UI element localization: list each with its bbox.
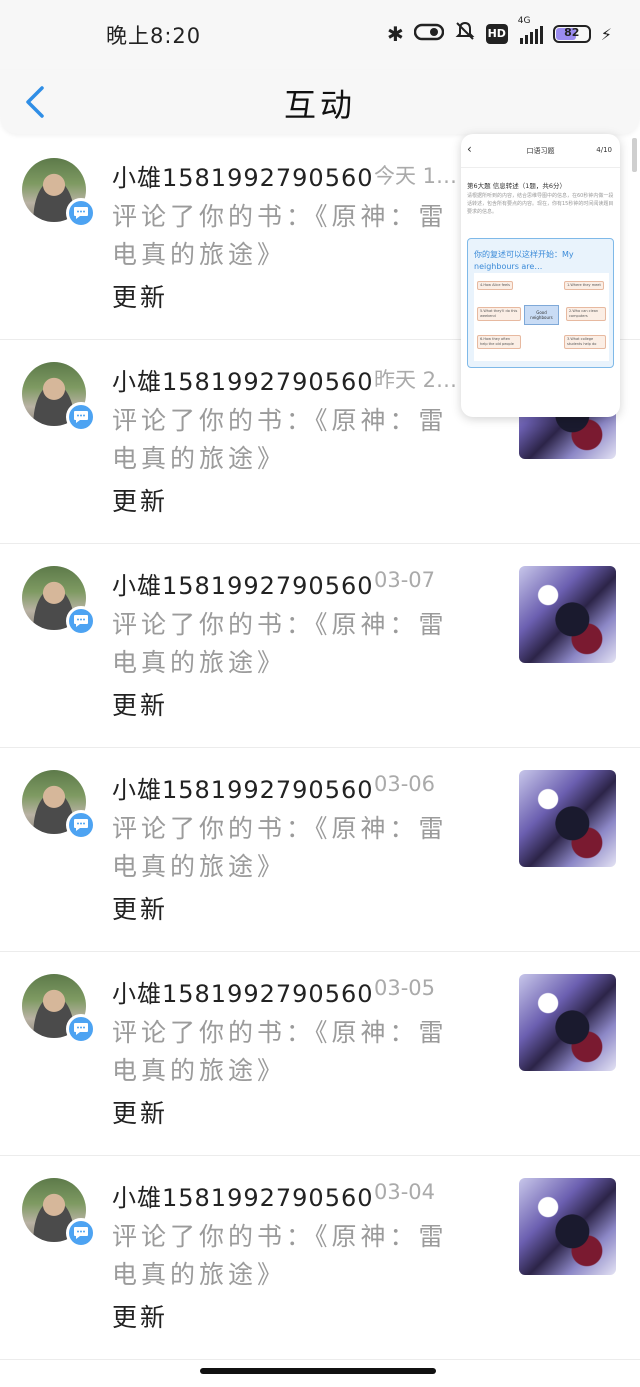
question-heading: 第6大题 信息转述（1题，共6分） [467,182,566,190]
status-bar: 晚上8:20 ✱ HD 4G 82 ⚡ [0,0,640,70]
comment-text: 评论了你的书：《原神：雷电真的旅途》 [112,202,448,269]
mind-map-node: 3.What college students help do [564,335,606,349]
mute-bell-icon [454,20,476,48]
timestamp: 昨天 2… [374,368,458,392]
chat-bubble-icon [66,606,96,636]
chat-bubble-icon [66,402,96,432]
update-label: 更新 [112,1303,169,1332]
signal-icon: 4G [518,16,543,44]
mind-map-node: 1.Where they meet [564,281,604,290]
toggle-icon [413,21,445,47]
book-cover-thumbnail[interactable] [519,566,616,663]
hint-card: 你的复述可以这样开始：My neighbours are… Good neigh… [467,238,614,368]
page-title: 互动 [283,86,356,124]
chat-bubble-icon [66,1218,96,1248]
mind-map-node: 4.How Alice feels [477,281,513,290]
update-label: 更新 [112,691,169,720]
book-cover-thumbnail[interactable] [519,974,616,1071]
timestamp: 今天 1… [374,164,458,188]
home-indicator[interactable] [200,1368,436,1374]
comment-text: 评论了你的书：《原神：雷电真的旅途》 [112,610,448,677]
update-label: 更新 [112,1099,169,1128]
update-label: 更新 [112,895,169,924]
mind-map-center: Good neighbours [524,305,559,325]
username[interactable]: 小雄1581992790560 [112,566,374,601]
floating-window[interactable]: ‹ 口语习题 4/10 第6大题 信息转述（1题，共6分） 请根据所听到的内容，… [461,134,620,417]
scrollbar[interactable] [632,138,637,172]
hd-icon: HD [485,24,508,44]
timestamp: 03-06 [374,772,436,796]
list-item[interactable]: 小雄1581992790560 03-05 评论了你的书：《原神：雷电真的旅途》… [0,952,640,1156]
chat-bubble-icon [66,198,96,228]
username[interactable]: 小雄1581992790560 [112,158,374,193]
update-label: 更新 [112,487,169,516]
header: 互动 [0,70,640,134]
chat-bubble-icon [66,810,96,840]
username[interactable]: 小雄1581992790560 [112,974,374,1009]
floating-window-header: ‹ 口语习题 4/10 [461,134,620,168]
mind-map-node: 2.Who can clean computers [566,307,606,321]
book-cover-thumbnail[interactable] [519,1178,616,1275]
mind-map: Good neighbours 4.How Alice feels 1.Wher… [474,273,609,361]
book-cover-thumbnail[interactable] [519,770,616,867]
mind-map-node: 6.How they often help the old people [477,335,521,349]
bluetooth-icon: ✱ [387,22,404,46]
charging-icon: ⚡ [600,24,612,44]
comment-text: 评论了你的书：《原神：雷电真的旅途》 [112,406,448,473]
comment-text: 评论了你的书：《原神：雷电真的旅途》 [112,814,448,881]
comment-text: 评论了你的书：《原神：雷电真的旅途》 [112,1222,448,1289]
timestamp: 03-07 [374,568,436,592]
timestamp: 03-05 [374,976,436,1000]
chat-bubble-icon [66,1014,96,1044]
mind-map-node: 5.What they'll do this weekend [477,307,521,321]
status-time: 晚上8:20 [106,24,202,48]
list-item[interactable]: 小雄1581992790560 03-07 评论了你的书：《原神：雷电真的旅途》… [0,544,640,748]
update-label: 更新 [112,283,169,312]
battery-icon: 82 [552,25,591,43]
question-counter: 4/10 [596,146,612,154]
list-item[interactable]: 小雄1581992790560 03-06 评论了你的书：《原神：雷电真的旅途》… [0,748,640,952]
username[interactable]: 小雄1581992790560 [112,362,374,397]
username[interactable]: 小雄1581992790560 [112,770,374,805]
hint-card-title: 你的复述可以这样开始：My neighbours are… [474,250,574,271]
timestamp: 03-04 [374,1180,436,1204]
username[interactable]: 小雄1581992790560 [112,1178,374,1213]
question-description: 请根据所听到的内容，结合思维导图中的信息，在60秒钟内做一段话转述，包含所有要点… [467,193,614,215]
status-icons: ✱ HD 4G 82 ⚡ [387,16,612,48]
list-item[interactable]: 小雄1581992790560 03-04 评论了你的书：《原神：雷电真的旅途》… [0,1156,640,1360]
comment-text: 评论了你的书：《原神：雷电真的旅途》 [112,1018,448,1085]
